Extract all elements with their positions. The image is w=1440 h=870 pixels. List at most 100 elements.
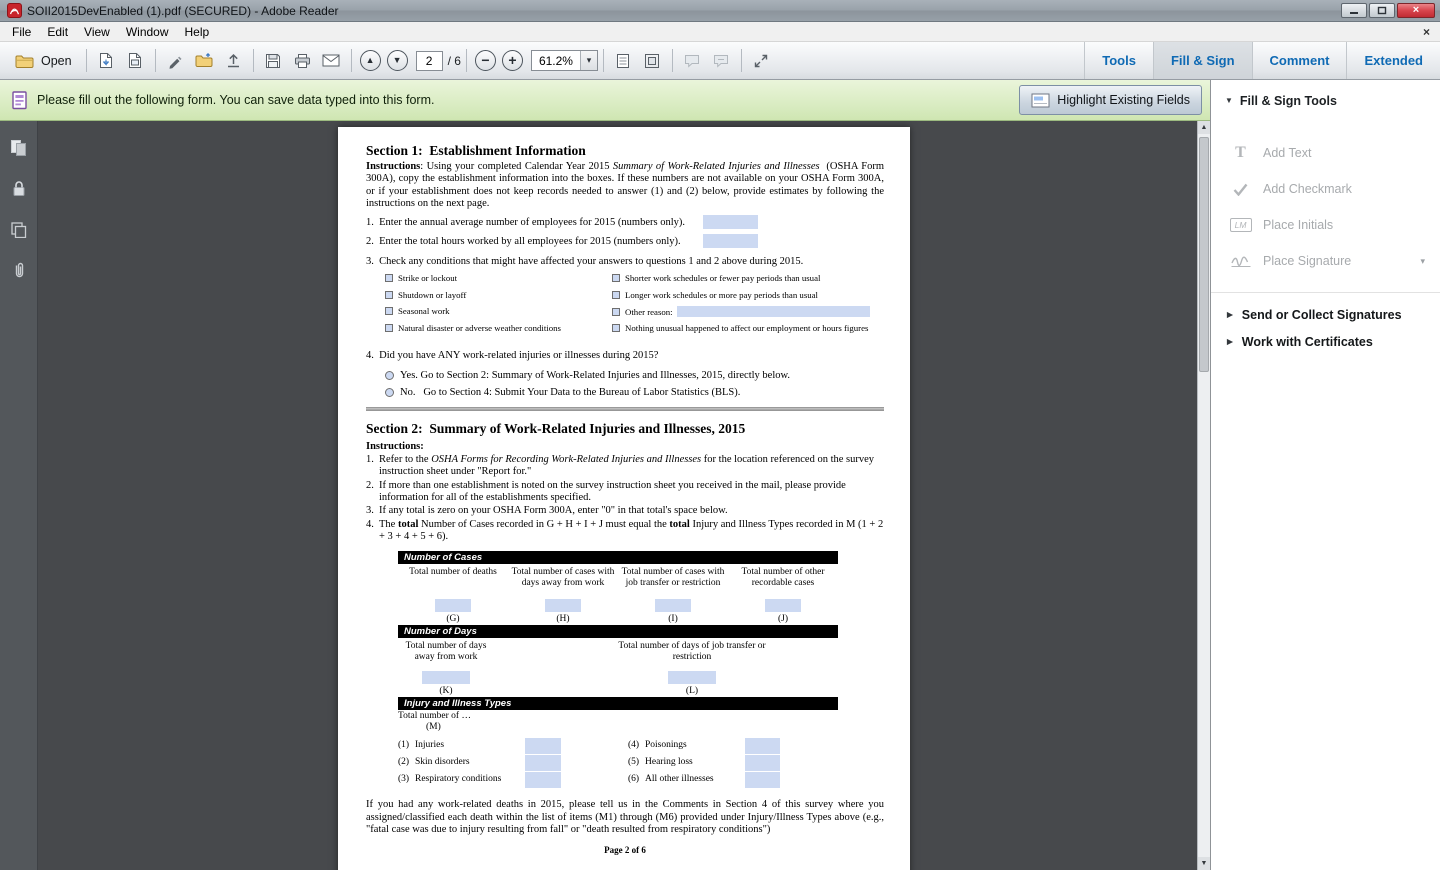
checkbox-other-reason[interactable] — [612, 308, 620, 316]
down-arrow-icon: ▼ — [1201, 860, 1208, 867]
menu-window[interactable]: Window — [118, 23, 177, 41]
field-k[interactable] — [422, 671, 470, 684]
minimize-button[interactable] — [1341, 3, 1367, 18]
field-i[interactable] — [655, 599, 691, 612]
work-certificates-section[interactable]: ▶ Work with Certificates — [1211, 328, 1440, 355]
chevron-down-icon[interactable]: ▾ — [580, 51, 597, 70]
highlight-fields-icon — [1031, 93, 1050, 108]
checkbox-longer-schedules[interactable] — [612, 291, 620, 299]
send-collect-section[interactable]: ▶ Send or Collect Signatures — [1211, 301, 1440, 328]
place-signature-tool[interactable]: Place Signature ▾ — [1211, 243, 1440, 279]
comment-link[interactable]: Comment — [1252, 42, 1347, 79]
upload-button[interactable] — [219, 48, 248, 74]
add-text-tool[interactable]: T Add Text — [1211, 135, 1440, 171]
extended-link[interactable]: Extended — [1346, 42, 1440, 79]
minus-icon: − — [481, 53, 489, 67]
vertical-scrollbar[interactable]: ▲ ▼ — [1197, 121, 1210, 870]
signature-icon — [1228, 254, 1253, 268]
cases-column-j: Total number of other recordable cases (… — [728, 564, 838, 625]
security-button[interactable] — [8, 177, 30, 199]
highlight-fields-button[interactable]: Highlight Existing Fields — [1019, 85, 1202, 115]
checkbox-strike-or-lockout[interactable] — [385, 274, 393, 282]
annotate-button[interactable] — [707, 48, 736, 74]
zoom-level-select[interactable]: 61.2% ▾ — [531, 50, 598, 71]
field-m5[interactable] — [745, 755, 780, 771]
toolbar-separator — [351, 49, 352, 72]
type-label: Poisonings — [645, 740, 687, 750]
save-button[interactable] — [259, 48, 288, 74]
layers-button[interactable] — [8, 218, 30, 240]
menu-view[interactable]: View — [76, 23, 118, 41]
days-columns: Total number of days away from work (K) … — [398, 638, 838, 697]
types-row: (2) Skin disorders (5) Hearing loss — [398, 755, 838, 772]
document-area[interactable]: Section 1: Establishment Information Ins… — [38, 121, 1210, 870]
attachments-button[interactable] — [8, 259, 30, 281]
fullscreen-button[interactable] — [747, 48, 776, 74]
field-h[interactable] — [545, 599, 581, 612]
work-certificates-label: Work with Certificates — [1242, 335, 1373, 349]
panel-header[interactable]: ▼ Fill & Sign Tools — [1211, 94, 1440, 108]
toolbar-separator — [741, 49, 742, 72]
field-m4[interactable] — [745, 738, 780, 754]
checkbox-shutdown-or-layoff[interactable] — [385, 291, 393, 299]
maximize-button[interactable] — [1369, 3, 1395, 18]
sign-button[interactable] — [161, 48, 190, 74]
employees-field[interactable] — [703, 215, 758, 229]
field-l[interactable] — [668, 671, 716, 684]
sticky-note-button[interactable] — [678, 48, 707, 74]
field-m2[interactable] — [525, 755, 561, 771]
pdf-page: Section 1: Establishment Information Ins… — [338, 127, 910, 870]
close-button[interactable]: × — [1397, 3, 1435, 18]
tools-link[interactable]: Tools — [1084, 42, 1153, 79]
open-button[interactable]: Open — [6, 49, 81, 73]
item-number: 1. — [366, 454, 379, 479]
radio-no[interactable] — [385, 388, 394, 397]
document-row: Section 1: Establishment Information Ins… — [0, 121, 1210, 870]
save-copy-button[interactable] — [92, 48, 121, 74]
email-button[interactable] — [317, 48, 346, 74]
radio-yes[interactable] — [385, 371, 394, 380]
menu-file[interactable]: File — [4, 23, 39, 41]
export-pdf-icon — [128, 52, 143, 69]
days-column-k: Total number of days away from work (K) — [398, 638, 494, 697]
add-checkmark-tool[interactable]: Add Checkmark — [1211, 171, 1440, 207]
send-file-button[interactable] — [190, 48, 219, 74]
next-page-button[interactable]: ▼ — [387, 50, 408, 71]
fill-sign-link[interactable]: Fill & Sign — [1153, 42, 1252, 79]
place-initials-tool[interactable]: LM Place Initials — [1211, 207, 1440, 243]
field-m3[interactable] — [525, 772, 561, 788]
export-pdf-button[interactable] — [121, 48, 150, 74]
checkbox-label: Shorter work schedules or fewer pay peri… — [625, 273, 820, 283]
zoom-in-button[interactable]: + — [502, 50, 523, 71]
field-m6[interactable] — [745, 772, 780, 788]
radio-no-label: No. Go to Section 4: Submit Your Data to… — [400, 387, 740, 398]
scroll-up-button[interactable]: ▲ — [1198, 121, 1210, 134]
print-button[interactable] — [288, 48, 317, 74]
field-j[interactable] — [765, 599, 801, 612]
other-reason-field[interactable] — [677, 306, 870, 317]
zoom-out-button[interactable]: − — [475, 50, 496, 71]
checkbox-natural-disaster[interactable] — [385, 324, 393, 332]
scroll-down-button[interactable]: ▼ — [1198, 857, 1210, 870]
scrolling-mode-button[interactable] — [609, 48, 638, 74]
menubar-close-icon[interactable]: × — [1423, 25, 1430, 39]
checkbox-nothing-unusual[interactable] — [612, 324, 620, 332]
previous-page-button[interactable]: ▲ — [360, 50, 381, 71]
field-g[interactable] — [435, 599, 471, 612]
field-m1[interactable] — [525, 738, 561, 754]
section-divider — [366, 407, 884, 411]
menu-edit[interactable]: Edit — [39, 23, 76, 41]
chevron-down-icon[interactable]: ▾ — [1420, 256, 1425, 267]
column-letter: (J) — [728, 614, 838, 625]
scrollbar-thumb[interactable] — [1199, 137, 1209, 372]
toolbar-separator — [466, 49, 467, 72]
menu-help[interactable]: Help — [177, 23, 218, 41]
page-thumbnails-button[interactable] — [8, 136, 30, 158]
page-number-input[interactable] — [416, 51, 443, 71]
fit-page-button[interactable] — [638, 48, 667, 74]
item-text: If any total is zero on your OSHA Form 3… — [379, 505, 884, 517]
checkbox-seasonal-work[interactable] — [385, 307, 393, 315]
hours-field[interactable] — [703, 234, 758, 248]
type-label: Respiratory conditions — [415, 774, 501, 784]
checkbox-shorter-schedules[interactable] — [612, 274, 620, 282]
